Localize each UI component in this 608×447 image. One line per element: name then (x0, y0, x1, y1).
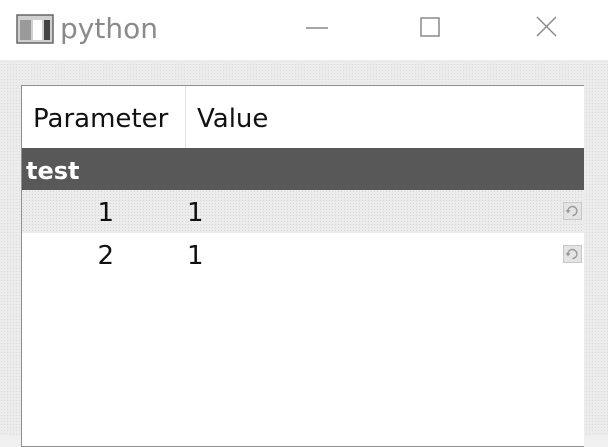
column-header-value[interactable]: Value (197, 86, 268, 148)
parameter-name: 1 (97, 198, 114, 228)
column-divider[interactable] (185, 86, 186, 148)
minimize-button[interactable] (290, 8, 344, 48)
maximize-button[interactable] (404, 8, 458, 48)
parameter-name: 2 (97, 241, 114, 271)
parameter-value-field[interactable]: 1 (187, 190, 204, 237)
window-titlebar[interactable]: python (0, 0, 608, 60)
parameter-row[interactable]: 2 1 (22, 233, 584, 276)
window-title: python (60, 12, 158, 45)
group-label: test (26, 157, 80, 185)
parameter-value-field[interactable]: 1 (187, 233, 204, 280)
group-row-test[interactable]: test (22, 148, 584, 190)
close-button[interactable] (520, 8, 574, 48)
python-app-icon (16, 14, 54, 44)
reset-default-button[interactable] (563, 202, 582, 220)
parameter-row[interactable]: 1 1 (22, 190, 584, 233)
tree-header: Parameter Value (22, 86, 584, 148)
reset-icon (565, 205, 578, 217)
maximize-icon (420, 17, 440, 37)
reset-default-button[interactable] (563, 245, 582, 263)
parameter-tree[interactable]: Parameter Value test 1 1 2 1 (21, 85, 584, 447)
close-icon (536, 16, 557, 37)
column-header-parameter[interactable]: Parameter (33, 86, 168, 148)
minimize-icon (306, 27, 328, 29)
reset-icon (565, 248, 578, 260)
